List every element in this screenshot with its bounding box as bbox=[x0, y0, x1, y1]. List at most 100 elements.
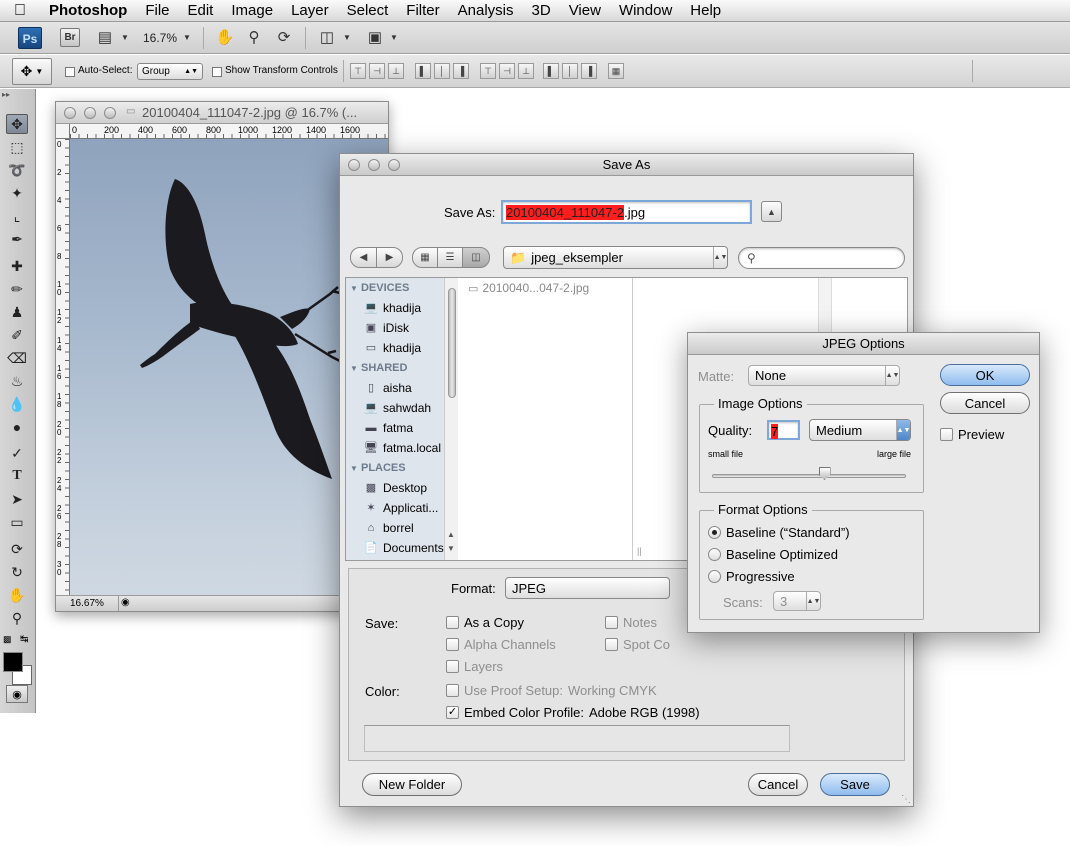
checkmark-icon[interactable]: ✓ bbox=[446, 706, 459, 719]
menu-photoshop[interactable]: Photoshop bbox=[40, 0, 136, 22]
scroll-down-icon[interactable]: ▼ bbox=[447, 544, 455, 553]
menu-3d[interactable]: 3D bbox=[523, 0, 560, 22]
preview-checkbox[interactable]: Preview bbox=[940, 427, 1004, 442]
radio[interactable] bbox=[708, 548, 721, 561]
align-top-icon[interactable]: ⊤ bbox=[350, 63, 366, 79]
back-button[interactable]: ◀ bbox=[350, 247, 377, 268]
eyedropper-tool-icon[interactable]: ✒ bbox=[6, 229, 28, 249]
menu-window[interactable]: Window bbox=[610, 0, 681, 22]
distribute-vcenter-icon[interactable]: ⊣ bbox=[499, 63, 515, 79]
tool-preset-picker[interactable]: ✥ ▼ bbox=[12, 58, 52, 85]
zoom-tool-icon[interactable]: ⚲ bbox=[6, 608, 28, 628]
sidebar-section-devices[interactable]: ▼ DEVICES bbox=[346, 278, 444, 298]
align-right-icon[interactable]: ▐ bbox=[453, 63, 469, 79]
crop-tool-icon[interactable]: ⌞ bbox=[6, 206, 28, 226]
view-extras-dropdown-icon[interactable]: ▼ bbox=[114, 27, 136, 47]
zoom-icon[interactable] bbox=[388, 159, 400, 171]
close-icon[interactable] bbox=[348, 159, 360, 171]
sidebar-item-applications[interactable]: ✶ Applicati... bbox=[346, 498, 444, 518]
ok-button[interactable]: OK bbox=[940, 364, 1030, 386]
bridge-button[interactable]: Br bbox=[60, 28, 80, 47]
default-colors-icon[interactable]: ▩ bbox=[3, 634, 12, 645]
cancel-button[interactable]: Cancel bbox=[748, 773, 808, 796]
history-brush-tool-icon[interactable]: ✐ bbox=[6, 325, 28, 345]
sidebar-item-borrel[interactable]: ⌂ borrel bbox=[346, 518, 444, 538]
menu-filter[interactable]: Filter bbox=[397, 0, 448, 22]
screen-mode-dropdown-icon[interactable]: ▼ bbox=[383, 27, 405, 47]
align-vcenter-icon[interactable]: ⊣ bbox=[369, 63, 385, 79]
dodge-tool-icon[interactable]: ● bbox=[6, 417, 28, 437]
sidebar-item-documents[interactable]: 📄 Documents bbox=[346, 538, 444, 558]
baseline-optimized-radio[interactable]: Baseline Optimized bbox=[708, 547, 838, 562]
scrollbar-thumb[interactable] bbox=[448, 288, 456, 398]
hand-tool-icon[interactable]: ✋ bbox=[214, 27, 236, 47]
checkbox[interactable] bbox=[446, 660, 459, 673]
save-button[interactable]: Save bbox=[820, 773, 890, 796]
spot-colors-checkbox[interactable]: Spot Co bbox=[605, 637, 670, 652]
menu-edit[interactable]: Edit bbox=[179, 0, 223, 22]
minimize-icon[interactable] bbox=[368, 159, 380, 171]
use-proof-setup-checkbox[interactable]: Use Proof Setup: Working CMYK bbox=[446, 683, 657, 698]
minimize-icon[interactable] bbox=[84, 107, 96, 119]
hand-tool-icon[interactable]: ✋ bbox=[6, 585, 28, 605]
menu-analysis[interactable]: Analysis bbox=[449, 0, 523, 22]
layers-checkbox[interactable]: Layers bbox=[446, 659, 503, 674]
quality-popup[interactable]: Medium ▲▼ bbox=[809, 419, 911, 441]
sidebar-item-desktop[interactable]: ▩ Desktop bbox=[346, 478, 444, 498]
path-selection-tool-icon[interactable]: ➤ bbox=[6, 489, 28, 509]
paint-bucket-tool-icon[interactable]: ♨ bbox=[6, 371, 28, 391]
notes-checkbox[interactable]: Notes bbox=[605, 615, 657, 630]
menu-select[interactable]: Select bbox=[338, 0, 398, 22]
sidebar-item-khadija-disk[interactable]: ▭ khadija bbox=[346, 338, 444, 358]
forward-button[interactable]: ▶ bbox=[376, 247, 403, 268]
sidebar-section-places[interactable]: ▼ PLACES bbox=[346, 458, 444, 478]
auto-select-dropdown[interactable]: Group ▲▼ bbox=[137, 63, 203, 80]
rotate-view-icon[interactable]: ⟳ bbox=[273, 27, 295, 47]
quality-field[interactable]: 7 bbox=[767, 420, 800, 440]
lasso-tool-icon[interactable]: ➰ bbox=[6, 160, 28, 180]
align-hcenter-icon[interactable]: │ bbox=[434, 63, 450, 79]
auto-align-layers-icon[interactable]: ▦ bbox=[608, 63, 624, 79]
menu-image[interactable]: Image bbox=[222, 0, 282, 22]
3d-rotate-tool-icon[interactable]: ⟳ bbox=[6, 539, 28, 559]
healing-brush-tool-icon[interactable]: ✚ bbox=[6, 256, 28, 276]
checkbox[interactable] bbox=[446, 684, 459, 697]
sidebar-item-fatma-local[interactable]: 🖥 fatma.local bbox=[346, 438, 444, 458]
zoom-status[interactable]: 16.67% bbox=[70, 598, 104, 609]
alpha-channels-checkbox[interactable]: Alpha Channels bbox=[446, 637, 556, 652]
distribute-left-icon[interactable]: ▌ bbox=[543, 63, 559, 79]
foreground-color-swatch[interactable] bbox=[3, 652, 23, 672]
distribute-right-icon[interactable]: ▐ bbox=[581, 63, 597, 79]
blur-tool-icon[interactable]: 💧 bbox=[6, 394, 28, 414]
checkbox[interactable] bbox=[940, 428, 953, 441]
folder-popup[interactable]: 📁 jpeg_eksempler ▲▼ bbox=[503, 246, 728, 269]
scans-popup[interactable]: 3 ▲▼ bbox=[773, 591, 821, 611]
swap-colors-icon[interactable]: ↹ bbox=[20, 634, 28, 645]
distribute-hcenter-icon[interactable]: │ bbox=[562, 63, 578, 79]
menu-file[interactable]: File bbox=[136, 0, 178, 22]
menu-layer[interactable]: Layer bbox=[282, 0, 338, 22]
zoom-level[interactable]: 16.7% bbox=[143, 31, 177, 45]
status-menu-icon[interactable]: ◉ bbox=[121, 597, 130, 608]
quality-slider-track[interactable] bbox=[712, 474, 906, 478]
zoom-tool-icon[interactable]: ⚲ bbox=[243, 27, 265, 47]
sidebar-item-fatma[interactable]: ▬ fatma bbox=[346, 418, 444, 438]
arrange-dropdown-icon[interactable]: ▼ bbox=[336, 27, 358, 47]
progressive-radio[interactable]: Progressive bbox=[708, 569, 795, 584]
eraser-tool-icon[interactable]: ⌫ bbox=[6, 348, 28, 368]
sidebar-section-shared[interactable]: ▼ SHARED bbox=[346, 358, 444, 378]
pen-tool-icon[interactable]: ✓ bbox=[6, 443, 28, 463]
show-transform-checkbox[interactable] bbox=[212, 67, 222, 77]
column-resize-icon[interactable]: || bbox=[637, 546, 642, 556]
quick-mask-icon[interactable]: ◉ bbox=[6, 685, 28, 703]
quick-selection-tool-icon[interactable]: ✦ bbox=[6, 183, 28, 203]
checkbox[interactable] bbox=[446, 616, 459, 629]
checkbox[interactable] bbox=[605, 616, 618, 629]
marquee-tool-icon[interactable]: ⬚ bbox=[6, 137, 28, 157]
embed-color-profile-checkbox[interactable]: ✓ Embed Color Profile: Adobe RGB (1998) bbox=[446, 705, 700, 720]
close-icon[interactable] bbox=[64, 107, 76, 119]
zoom-icon[interactable] bbox=[104, 107, 116, 119]
scroll-up-icon[interactable]: ▲ bbox=[447, 530, 455, 539]
arrange-documents-icon[interactable]: ◫ bbox=[316, 27, 338, 47]
search-field[interactable]: ⚲ bbox=[738, 247, 905, 269]
